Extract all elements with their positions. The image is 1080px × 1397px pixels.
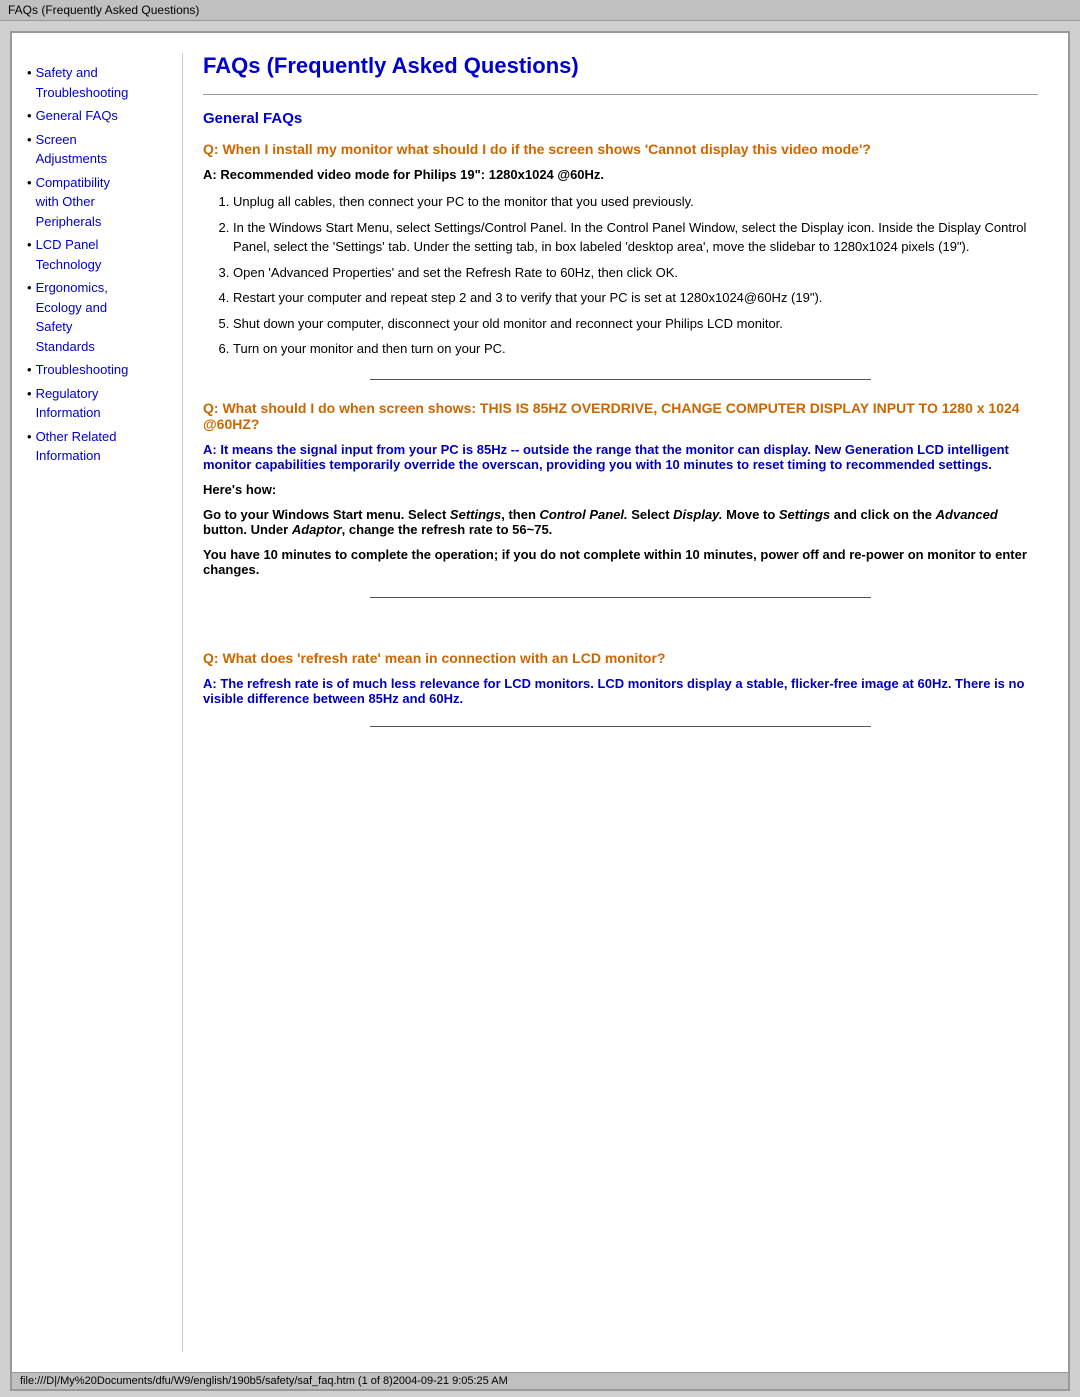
answer-2-blue: A: It means the signal input from your P… (203, 442, 1038, 472)
section-title: General FAQs (203, 110, 1038, 127)
sidebar-link-general-faqs[interactable]: General FAQs (36, 106, 118, 126)
divider-3 (370, 726, 871, 727)
sidebar-link-lcd[interactable]: LCD PanelTechnology (36, 235, 102, 274)
sidebar-link-compatibility[interactable]: Compatibilitywith OtherPeripherals (36, 173, 110, 232)
page-layout: • Safety andTroubleshooting • General FA… (12, 33, 1068, 1372)
heres-how: Here's how: (203, 482, 1038, 497)
nav-item-ergonomics: • Ergonomics,Ecology andSafetyStandards (27, 278, 172, 356)
sidebar-link-regulatory[interactable]: RegulatoryInformation (36, 384, 101, 423)
step-1-4: Restart your computer and repeat step 2 … (233, 288, 1038, 308)
title-bar: FAQs (Frequently Asked Questions) (0, 0, 1080, 21)
divider-1 (370, 379, 871, 380)
step-1-6: Turn on your monitor and then turn on yo… (233, 339, 1038, 359)
divider-2 (370, 597, 871, 598)
browser-outer: • Safety andTroubleshooting • General FA… (10, 31, 1070, 1391)
sidebar: • Safety andTroubleshooting • General FA… (22, 53, 182, 1352)
step-1-3: Open 'Advanced Properties' and set the R… (233, 263, 1038, 283)
nav-item-lcd: • LCD PanelTechnology (27, 235, 172, 274)
answer-2-para1: Go to your Windows Start menu. Select Se… (203, 507, 1038, 537)
answer-3-blue: A: The refresh rate is of much less rele… (203, 676, 1038, 706)
qa-block-3: Q: What does 'refresh rate' mean in conn… (203, 650, 1038, 706)
answer-2-para2: You have 10 minutes to complete the oper… (203, 547, 1038, 577)
question-1: Q: When I install my monitor what should… (203, 141, 1038, 157)
sidebar-link-other[interactable]: Other RelatedInformation (36, 427, 117, 466)
title-bar-text: FAQs (Frequently Asked Questions) (8, 3, 199, 17)
steps-list-1: Unplug all cables, then connect your PC … (233, 192, 1038, 359)
page-title: FAQs (Frequently Asked Questions) (203, 53, 1038, 79)
step-1-2: In the Windows Start Menu, select Settin… (233, 218, 1038, 257)
nav-item-other: • Other RelatedInformation (27, 427, 172, 466)
qa-block-1: Q: When I install my monitor what should… (203, 141, 1038, 359)
step-1-5: Shut down your computer, disconnect your… (233, 314, 1038, 334)
sidebar-link-safety[interactable]: Safety andTroubleshooting (36, 63, 129, 102)
nav-item-general-faqs: • General FAQs (27, 106, 172, 126)
main-content: FAQs (Frequently Asked Questions) Genera… (182, 53, 1058, 1352)
nav-item-screen: • ScreenAdjustments (27, 130, 172, 169)
step-1-1: Unplug all cables, then connect your PC … (233, 192, 1038, 212)
nav-item-compatibility: • Compatibilitywith OtherPeripherals (27, 173, 172, 232)
sidebar-link-screen[interactable]: ScreenAdjustments (36, 130, 108, 169)
nav-item-regulatory: • RegulatoryInformation (27, 384, 172, 423)
qa-block-2: Q: What should I do when screen shows: T… (203, 400, 1038, 577)
nav-item-troubleshooting: • Troubleshooting (27, 360, 172, 380)
sidebar-link-ergonomics[interactable]: Ergonomics,Ecology andSafetyStandards (36, 278, 108, 356)
question-3: Q: What does 'refresh rate' mean in conn… (203, 650, 1038, 666)
answer-1-bold: A: Recommended video mode for Philips 19… (203, 167, 1038, 182)
top-divider (203, 94, 1038, 95)
question-2: Q: What should I do when screen shows: T… (203, 400, 1038, 432)
status-bar: file:///D|/My%20Documents/dfu/W9/english… (12, 1372, 1068, 1389)
status-bar-text: file:///D|/My%20Documents/dfu/W9/english… (20, 1375, 508, 1387)
nav-item-safety: • Safety andTroubleshooting (27, 63, 172, 102)
sidebar-link-troubleshooting[interactable]: Troubleshooting (36, 360, 129, 380)
